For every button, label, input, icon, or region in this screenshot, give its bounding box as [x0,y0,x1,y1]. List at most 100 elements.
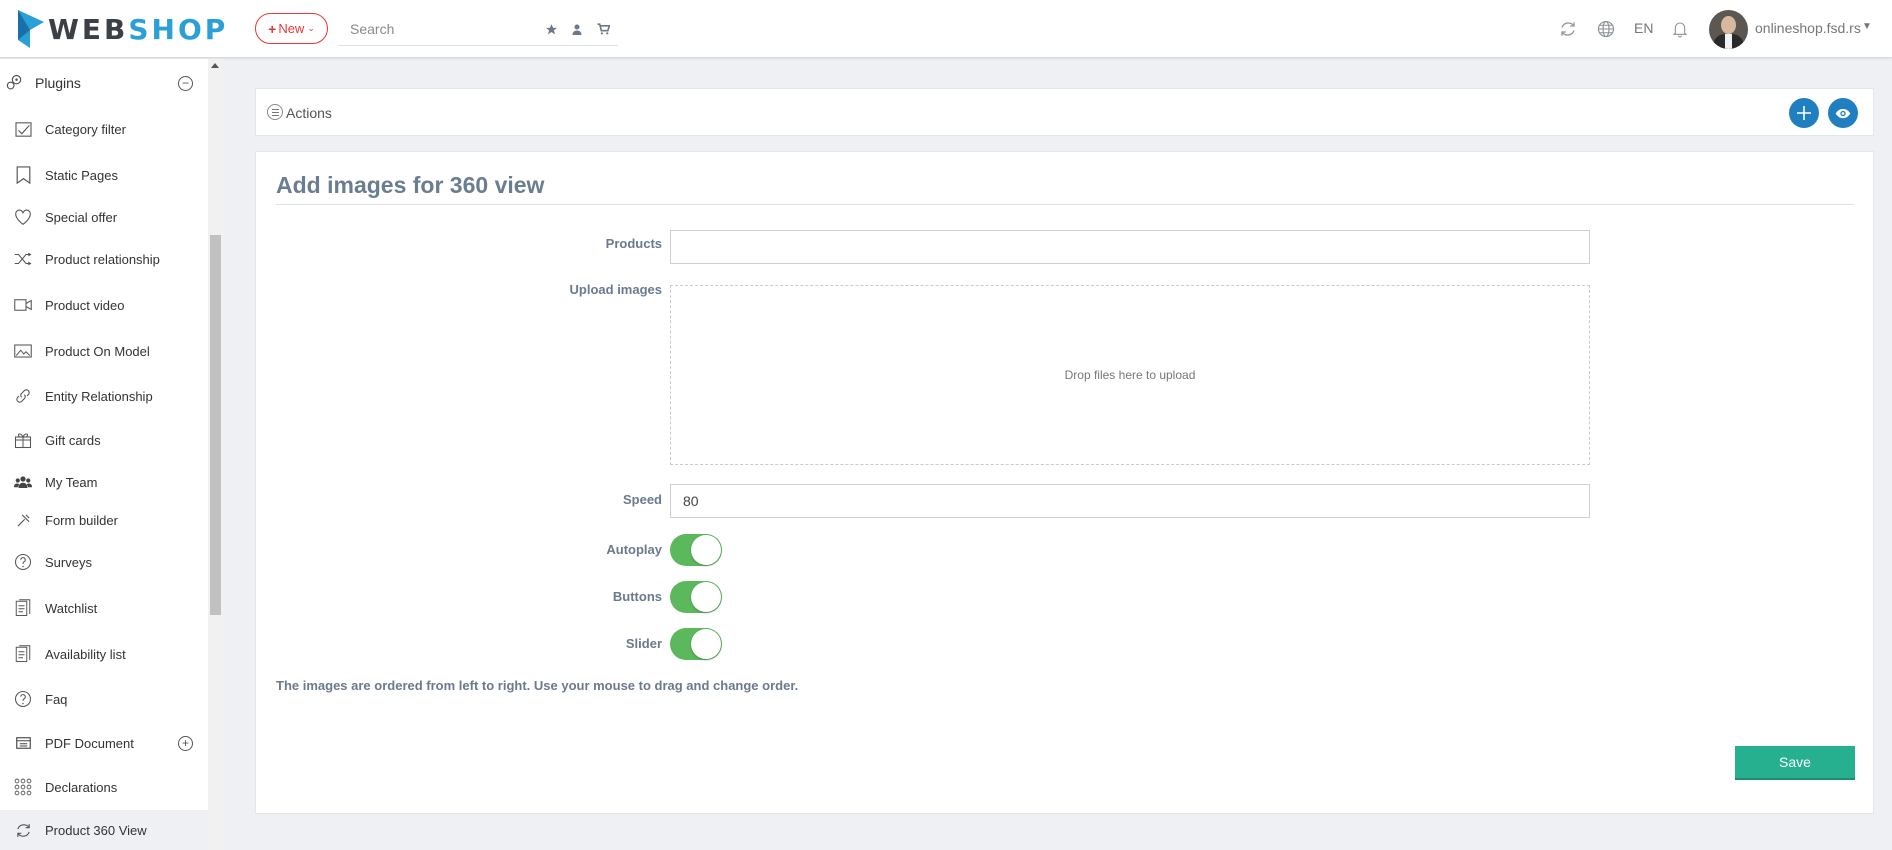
bell-icon[interactable] [1670,19,1690,39]
gift-icon [13,430,33,450]
actions-bar: Actions [255,88,1874,136]
sidebar-section-plugins[interactable]: Plugins − [0,63,208,103]
avatar[interactable] [1709,10,1748,49]
sidebar-item-label: Product video [45,297,125,313]
sidebar-item-label: Faq [45,691,68,707]
sidebar-item-product-360-view[interactable]: Product 360 View [0,810,208,850]
buttons-toggle[interactable] [670,581,722,613]
actions-label[interactable]: Actions [286,105,332,121]
question-icon [13,552,33,572]
heart-icon [13,207,33,227]
sidebar-item-entity-relationship[interactable]: Entity Relationship [0,376,208,416]
scrollbar-thumb[interactable] [210,235,221,615]
collapse-icon[interactable]: − [178,75,193,91]
sidebar-item-label: Product relationship [45,251,160,267]
search-bar [338,12,618,46]
watchlist-icon [13,598,33,618]
autoplay-toggle[interactable] [670,534,722,566]
page-title: Add images for 360 view [276,172,545,198]
add-button[interactable] [1789,98,1819,128]
sidebar-item-label: Watchlist [45,600,98,616]
autoplay-label: Autoplay [606,542,662,557]
title-divider [276,204,1854,205]
sidebar-item-product-video[interactable]: Product video [0,285,208,325]
speed-label: Speed [622,492,662,507]
plus-icon [1797,106,1811,120]
sidebar-item-label: Category filter [45,121,126,137]
sidebar-item-label: Form builder [45,512,118,528]
category-filter-icon [13,119,33,139]
availability-list-icon [13,644,33,664]
sidebar-item-form-builder[interactable]: Form builder [0,500,208,540]
sidebar-item-watchlist[interactable]: Watchlist [0,588,208,628]
upload-dropzone[interactable]: Drop files here to upload [670,285,1590,465]
sidebar-scrollbar[interactable] [208,59,223,850]
tools-icon [13,510,33,530]
sidebar-item-faq[interactable]: Faq [0,679,208,719]
save-button[interactable]: Save [1735,746,1855,780]
sidebar-item-gift-cards[interactable]: Gift cards [0,420,208,460]
sidebar-item-label: My Team [45,474,98,490]
order-note: The images are ordered from left to righ… [276,678,799,693]
sidebar-item-label: Product On Model [45,343,150,359]
buttons-label: Buttons [612,589,662,604]
shuffle-icon [13,249,33,269]
products-label: Products [605,236,662,251]
globe-icon[interactable] [1596,19,1616,39]
user-icon[interactable] [568,20,586,38]
sidebar-item-label: Surveys [45,554,92,570]
menu-icon[interactable] [267,104,283,120]
slider-toggle[interactable] [670,628,722,660]
rotate-icon [13,820,33,840]
new-button[interactable]: + New ⌄ [255,13,328,44]
slider-label: Slider [625,636,662,651]
sidebar-item-pdf-document[interactable]: PDF Document + [0,723,208,763]
caret-down-icon[interactable]: ▼ [1862,21,1872,32]
sidebar-item-label: Static Pages [45,167,118,183]
eye-icon [1835,108,1851,118]
question-icon [13,689,33,709]
sidebar-section-label: Plugins [35,75,81,91]
plugins-icon [4,73,24,93]
sidebar-item-my-team[interactable]: My Team [0,462,208,502]
static-pages-icon [13,165,33,185]
preview-button[interactable] [1828,98,1858,128]
sidebar-item-label: Declarations [45,779,118,795]
sidebar-item-label: PDF Document [45,735,134,751]
scroll-up-icon[interactable] [211,63,219,68]
video-icon [13,295,33,315]
chevron-down-icon: ⌄ [307,23,315,33]
pdf-document-icon [13,733,33,753]
link-icon [13,386,33,406]
sidebar-item-label: Product 360 View [45,822,147,838]
sidebar-item-product-on-model[interactable]: Product On Model [0,331,208,371]
sidebar-item-label: Gift cards [45,432,101,448]
upload-images-label: Upload images [569,282,662,297]
form-card: Add images for 360 view Products Upload … [255,151,1874,814]
refresh-icon[interactable] [1558,19,1578,39]
webshop-logo[interactable]: WEBSHOP [18,10,228,48]
search-input[interactable] [350,18,530,40]
team-icon [13,472,33,492]
cart-icon[interactable] [594,20,612,38]
sidebar-item-product-relationship[interactable]: Product relationship [0,239,208,279]
logo-mark-icon [18,10,44,48]
sidebar-item-label: Entity Relationship [45,388,153,404]
sidebar-item-category-filter[interactable]: Category filter [0,109,208,149]
sidebar-item-availability-list[interactable]: Availability list [0,634,208,674]
sidebar: Plugins − Category filter Static Pages S… [0,59,208,850]
sidebar-item-declarations[interactable]: Declarations [0,767,208,807]
sidebar-item-label: Availability list [45,646,126,662]
speed-input[interactable] [670,484,1590,518]
sidebar-item-static-pages[interactable]: Static Pages [0,155,208,195]
sidebar-item-surveys[interactable]: Surveys [0,542,208,582]
star-icon[interactable] [542,20,560,38]
products-input[interactable] [670,230,1590,264]
user-name[interactable]: onlineshop.fsd.rs [1755,20,1861,36]
expand-icon[interactable]: + [178,735,193,751]
top-bar: WEBSHOP + New ⌄ EN onlineshop.fsd.rs ▼ [0,0,1892,58]
logo-text: WEBSHOP [48,12,229,46]
language-selector[interactable]: EN [1634,20,1653,36]
sidebar-item-special-offer[interactable]: Special offer [0,197,208,237]
image-icon [13,341,33,361]
